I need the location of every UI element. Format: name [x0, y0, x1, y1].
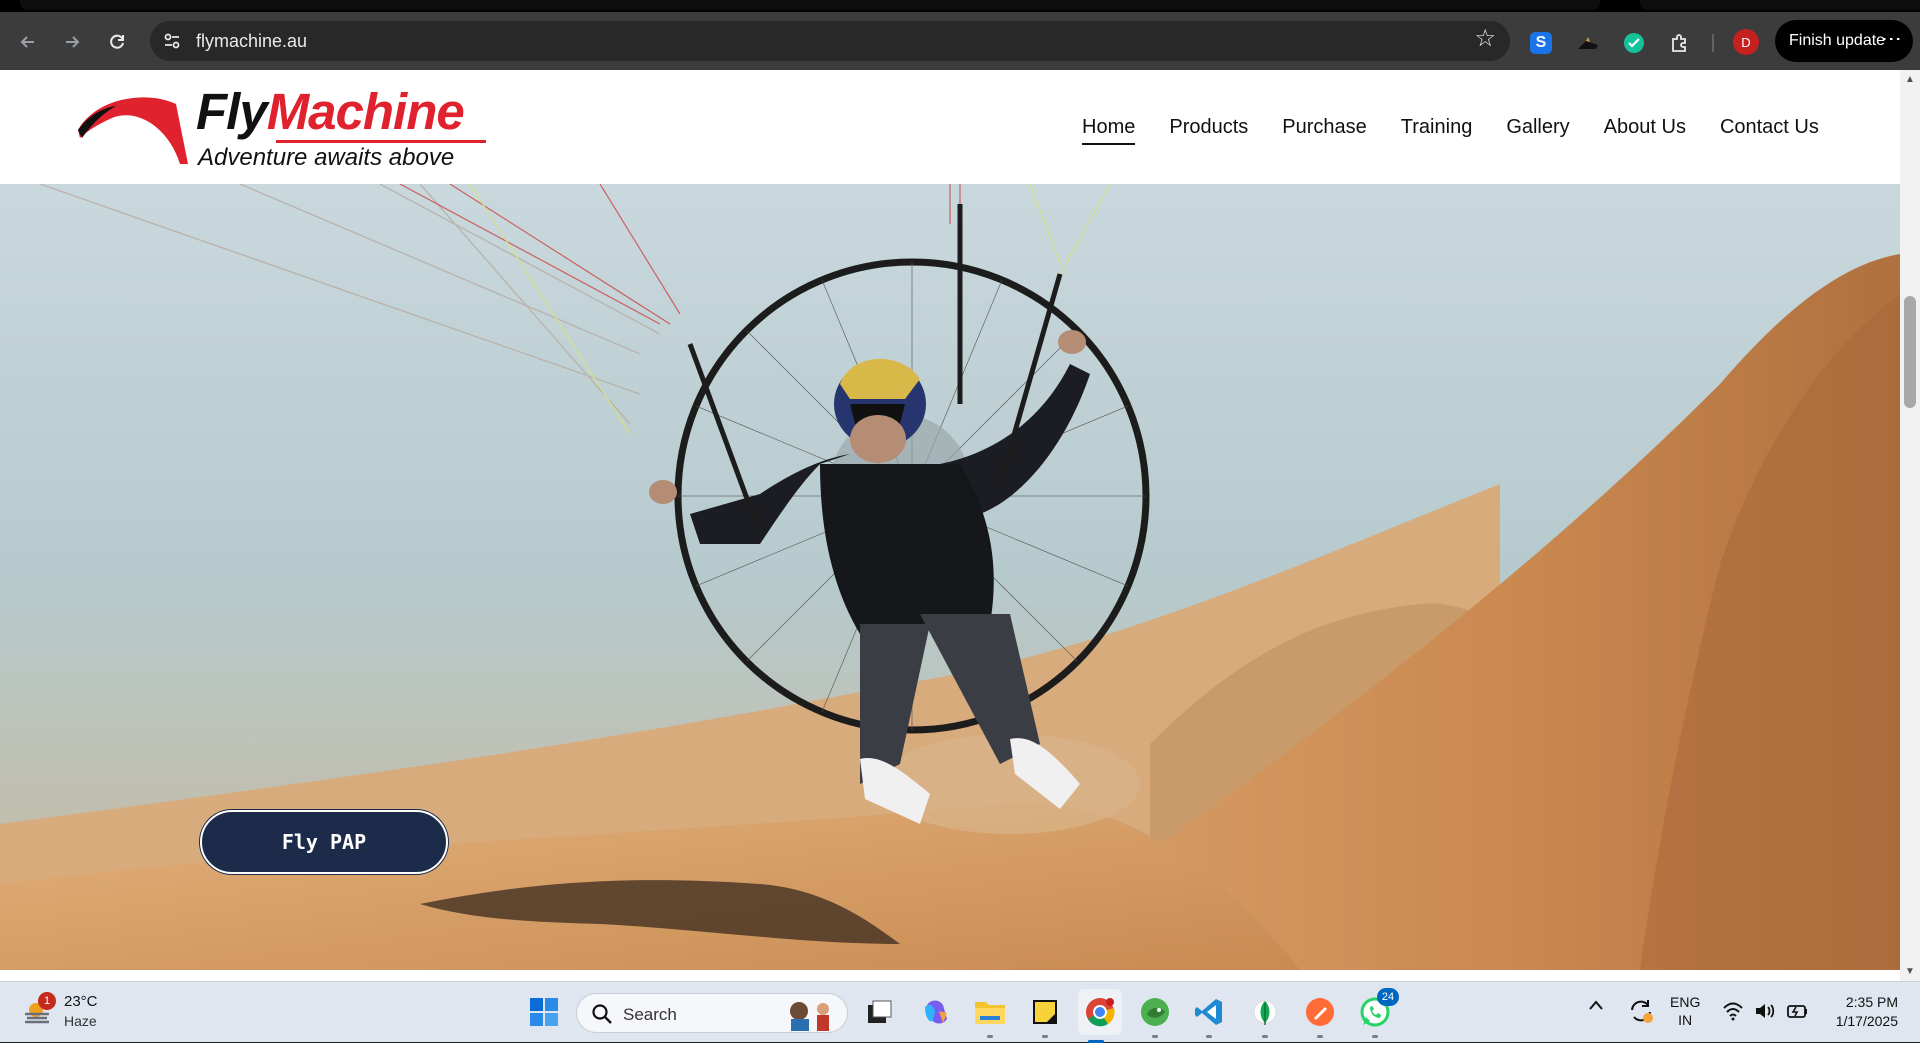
- hero-banner: Fly PAP: [0, 184, 1900, 970]
- search-icon: [592, 1004, 612, 1024]
- forward-button[interactable]: [58, 28, 86, 56]
- extension-s-icon[interactable]: S: [1530, 32, 1552, 54]
- green-app-icon: [1141, 998, 1169, 1026]
- clock-time: 2:35 PM: [1845, 994, 1898, 1010]
- arrow-right-icon: [66, 36, 80, 48]
- task-view-icon: [868, 1000, 892, 1023]
- chrome-icon: [1086, 998, 1115, 1027]
- kebab-menu-icon: ⋮: [1880, 29, 1902, 48]
- toolbar-separator: [1712, 34, 1714, 52]
- weather-alert-badge: 1: [38, 992, 56, 1010]
- running-indicator: [1317, 1035, 1323, 1038]
- active-tab[interactable]: [20, 0, 1600, 10]
- brand-name: FlyMachine: [196, 83, 465, 140]
- chrome-app[interactable]: [1078, 989, 1122, 1043]
- vscode-icon: [1195, 999, 1222, 1025]
- sticky-notes-app[interactable]: [1027, 994, 1063, 1038]
- whatsapp-unread-badge: 24: [1377, 988, 1399, 1006]
- weather-temp: 23°C: [64, 993, 98, 1010]
- running-indicator: [987, 1035, 993, 1038]
- vscode-app[interactable]: [1191, 994, 1227, 1038]
- reload-icon: [110, 34, 124, 49]
- windows-taskbar: 1 23°C Haze Search 24 ENG IN 2:35 PM 1/1…: [0, 981, 1920, 1043]
- folder-icon: [975, 1002, 1005, 1024]
- postman-app[interactable]: [1302, 994, 1338, 1038]
- extension-grammarly-icon[interactable]: [1620, 29, 1648, 57]
- page-scrollbar[interactable]: ▲ ▼: [1900, 70, 1920, 981]
- postman-icon: [1306, 998, 1334, 1026]
- running-indicator: [1262, 1035, 1268, 1038]
- site-header: FlyMachine Adventure awaits above Home P…: [0, 70, 1900, 184]
- arrow-left-icon: [20, 36, 34, 48]
- bookmark-star-icon[interactable]: ☆: [1474, 27, 1496, 51]
- new-tab-area: [1640, 0, 1920, 10]
- whatsapp-app[interactable]: 24: [1357, 988, 1399, 1038]
- sync-icon[interactable]: [1626, 996, 1656, 1026]
- flymachine-logo[interactable]: FlyMachine Adventure awaits above: [76, 86, 486, 172]
- weather-widget[interactable]: 1 23°C Haze: [22, 992, 132, 1034]
- system-tray-icons[interactable]: [1722, 1001, 1810, 1021]
- nav-purchase[interactable]: Purchase: [1282, 116, 1367, 145]
- finish-update-button[interactable]: Finish update ⋮: [1775, 20, 1913, 62]
- finish-update-label: Finish update: [1789, 32, 1886, 49]
- url-text[interactable]: flymachine.au: [196, 31, 307, 52]
- nav-about-us[interactable]: About Us: [1604, 116, 1686, 145]
- nav-gallery[interactable]: Gallery: [1506, 116, 1569, 145]
- scrollbar-thumb[interactable]: [1904, 296, 1916, 408]
- main-nav: Home Products Purchase Training Gallery …: [1082, 116, 1853, 145]
- windows-start-icon[interactable]: [528, 996, 560, 1028]
- site-info-icon[interactable]: [160, 29, 184, 53]
- extension-dark-icon[interactable]: [1574, 29, 1602, 57]
- paraglider-wing-icon: [78, 97, 188, 164]
- brand-tagline: Adventure awaits above: [198, 144, 455, 171]
- volume-icon: [1756, 1004, 1775, 1018]
- reload-button[interactable]: [103, 28, 131, 56]
- mongodb-leaf-icon: [1253, 1000, 1277, 1025]
- sticky-notes-icon: [1033, 1000, 1057, 1024]
- browser-toolbar: flymachine.au ☆ S D Finish update ⋮: [0, 12, 1920, 70]
- nav-contact-us[interactable]: Contact Us: [1720, 116, 1819, 145]
- copilot-app[interactable]: [918, 994, 954, 1030]
- brand-underline: [276, 140, 486, 143]
- taskbar-search[interactable]: Search: [576, 993, 848, 1033]
- nav-training[interactable]: Training: [1401, 116, 1473, 145]
- system-clock[interactable]: 2:35 PM 1/17/2025: [1818, 993, 1898, 1031]
- profile-avatar[interactable]: D: [1733, 29, 1759, 55]
- nav-products[interactable]: Products: [1169, 116, 1248, 145]
- weather-condition: Haze: [64, 1013, 97, 1029]
- page-viewport: FlyMachine Adventure awaits above Home P…: [0, 70, 1920, 981]
- nav-home[interactable]: Home: [1082, 116, 1136, 145]
- scroll-up-icon[interactable]: ▲: [1905, 74, 1915, 85]
- task-view-app[interactable]: [862, 994, 898, 1030]
- running-indicator: [1152, 1035, 1158, 1038]
- tab-strip: [0, 0, 1920, 12]
- running-indicator: [1042, 1035, 1048, 1038]
- language-indicator[interactable]: ENG IN: [1670, 993, 1700, 1029]
- fly-pap-button[interactable]: Fly PAP: [200, 810, 448, 874]
- battery-charging-icon: [1787, 1005, 1807, 1018]
- back-button[interactable]: [14, 28, 42, 56]
- address-bar[interactable]: flymachine.au ☆: [150, 21, 1510, 61]
- extensions-puzzle-icon[interactable]: [1666, 29, 1694, 57]
- wifi-icon: [1723, 1002, 1743, 1021]
- scroll-down-icon[interactable]: ▼: [1905, 966, 1915, 977]
- copilot-icon: [925, 1000, 947, 1024]
- clock-date: 1/17/2025: [1835, 1013, 1898, 1029]
- search-highlight-art-icon: [790, 1002, 829, 1031]
- search-label: Search: [623, 1005, 677, 1024]
- green-app[interactable]: [1137, 994, 1173, 1038]
- show-hidden-icons-chevron-icon[interactable]: [1588, 998, 1604, 1016]
- mongodb-compass-app[interactable]: [1247, 994, 1283, 1038]
- file-explorer-app[interactable]: [972, 994, 1008, 1038]
- running-indicator: [1206, 1035, 1212, 1038]
- running-indicator: [1372, 1035, 1378, 1038]
